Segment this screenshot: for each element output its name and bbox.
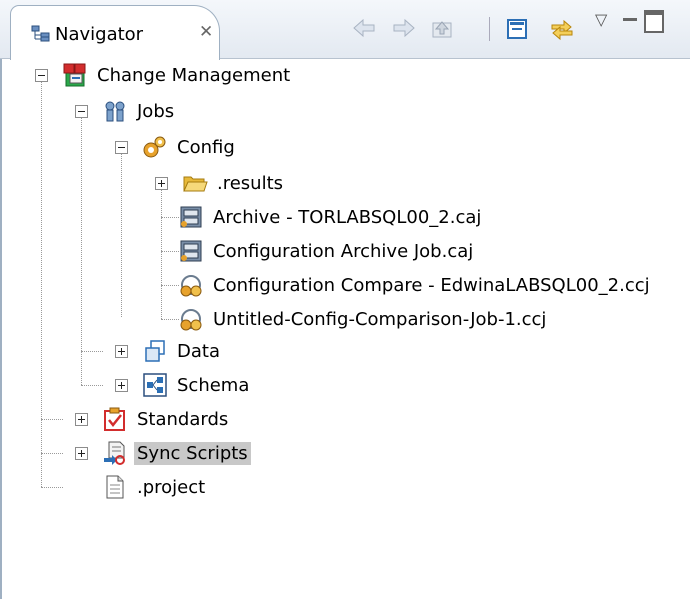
tree-line (161, 319, 179, 320)
tree-item-label: Config (177, 136, 235, 158)
expand-toggle[interactable] (155, 177, 168, 190)
navigator-view: Navigator ✕ ▽ Change Management Jobs Con… (0, 0, 690, 599)
expand-toggle[interactable] (75, 447, 88, 460)
tree-line (161, 217, 179, 218)
data-icon (142, 338, 168, 364)
tree-line (161, 251, 179, 252)
tree-item-change-management[interactable]: Change Management (62, 59, 293, 91)
maximize-icon[interactable] (644, 10, 664, 33)
tree-item-sync-scripts[interactable]: Sync Scripts (102, 437, 251, 469)
collapse-toggle[interactable] (35, 69, 48, 82)
minimize-icon[interactable] (623, 18, 637, 21)
tree-line (81, 351, 103, 352)
tree-line (41, 75, 42, 487)
schema-icon (142, 372, 168, 398)
tree-item-archive-job[interactable]: Archive - TORLABSQL00_2.caj (178, 201, 484, 233)
tree-item-label: Untitled-Config-Comparison-Job-1.ccj (213, 308, 547, 330)
tree-item-label: Standards (137, 408, 229, 430)
tree-item-label: Sync Scripts (134, 441, 251, 465)
forward-icon[interactable] (392, 18, 416, 42)
back-icon[interactable] (352, 18, 376, 42)
expand-toggle[interactable] (115, 345, 128, 358)
tree-item-label: .project (137, 476, 206, 498)
compare-job-icon (178, 306, 204, 332)
archive-job-icon (178, 204, 204, 230)
toolbar-separator (489, 17, 490, 41)
project-icon (62, 62, 88, 88)
tree-item-label: Jobs (137, 100, 175, 122)
tree-line (161, 285, 179, 286)
tab-navigator[interactable]: Navigator ✕ (10, 5, 220, 60)
tree-item-label: Configuration Compare - EdwinaLABSQL00_2… (213, 274, 650, 296)
file-icon (102, 474, 128, 500)
tree-item-label: .results (217, 172, 284, 194)
link-with-editor-icon[interactable] (549, 18, 575, 46)
tree-item-data[interactable]: Data (142, 335, 223, 367)
collapse-toggle[interactable] (115, 141, 128, 154)
tree-item-untitled-comparison-job[interactable]: Untitled-Config-Comparison-Job-1.ccj (178, 303, 549, 335)
tree-line (81, 385, 103, 386)
sync-scripts-icon (102, 440, 128, 466)
tree-line (81, 111, 82, 385)
tree-item-configuration-archive-job[interactable]: Configuration Archive Job.caj (178, 235, 476, 267)
tree-line (41, 453, 63, 454)
config-icon (142, 134, 168, 160)
up-icon[interactable] (430, 18, 454, 44)
tree-item-project-file[interactable]: .project (102, 471, 208, 503)
view-header: Navigator ✕ ▽ (0, 0, 690, 60)
tree-item-configuration-compare[interactable]: Configuration Compare - EdwinaLABSQL00_2… (178, 269, 653, 301)
tree-item-config[interactable]: Config (142, 131, 238, 163)
tree-line (41, 419, 63, 420)
tree-line (121, 147, 122, 317)
view-menu-icon[interactable]: ▽ (595, 10, 607, 29)
expand-toggle[interactable] (115, 379, 128, 392)
collapse-toggle[interactable] (75, 105, 88, 118)
tree-item-standards[interactable]: Standards (102, 403, 231, 435)
tree-item-schema[interactable]: Schema (142, 369, 252, 401)
tree-item-results[interactable]: .results (182, 167, 286, 199)
tab-title: Navigator (55, 24, 144, 45)
tree-item-label: Schema (177, 374, 250, 396)
archive-job-icon (178, 238, 204, 264)
navigator-icon (31, 25, 51, 47)
tree-item-label: Archive - TORLABSQL00_2.caj (213, 206, 482, 228)
tree-line (41, 487, 63, 488)
navigator-tree: Change Management Jobs Config .results A… (0, 59, 690, 599)
close-icon[interactable]: ✕ (199, 22, 213, 42)
tree-item-label: Configuration Archive Job.caj (213, 240, 474, 262)
expand-toggle[interactable] (75, 413, 88, 426)
jobs-icon (102, 98, 128, 124)
collapse-all-icon[interactable] (506, 18, 528, 44)
tree-item-label: Data (177, 340, 220, 362)
tree-item-jobs[interactable]: Jobs (102, 95, 177, 127)
standards-icon (102, 406, 128, 432)
folder-icon (182, 170, 208, 196)
compare-job-icon (178, 272, 204, 298)
tree-item-label: Change Management (97, 64, 291, 86)
